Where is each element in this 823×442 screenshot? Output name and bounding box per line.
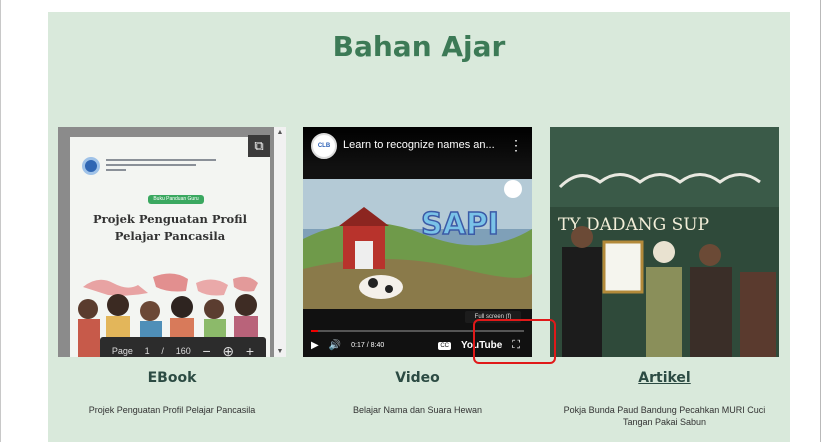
- card-description-ebook: Projek Penguatan Profil Pelajar Pancasil…: [88, 405, 256, 415]
- card-description-video: Belajar Nama dan Suara Hewan: [352, 405, 483, 415]
- ebook-cover-title: Projek Penguatan Profil Pelajar Pancasil…: [93, 212, 247, 243]
- zoom-icon[interactable]: ⊕: [222, 343, 234, 358]
- artikel-photo-scene: TY DADANG SUP: [550, 127, 779, 357]
- page-separator: /: [161, 346, 164, 356]
- ebook-scrollbar[interactable]: ▲ ▼: [274, 127, 286, 357]
- card-caption-video[interactable]: Video: [303, 370, 532, 386]
- play-icon[interactable]: ▶: [311, 340, 319, 351]
- ministry-logo: [82, 157, 100, 175]
- section-title: Bahan Ajar: [332, 30, 506, 63]
- channel-avatar[interactable]: CLB: [311, 133, 337, 159]
- fullscreen-highlight-annotation: [473, 319, 556, 364]
- page-current-input[interactable]: 1: [145, 346, 150, 356]
- volume-icon[interactable]: 🔊: [329, 340, 341, 351]
- card-caption-artikel-link[interactable]: Artikel: [550, 370, 779, 386]
- video-header: CLB Learn to recognize names an... ⋮: [303, 127, 532, 167]
- video-title[interactable]: Learn to recognize names an...: [343, 139, 503, 151]
- frame-left-border: [0, 0, 1, 442]
- page-total: 160: [175, 346, 191, 356]
- plus-icon[interactable]: +: [246, 343, 254, 357]
- card-description-artikel: Pokja Bunda Paud Bandung Pecahkan MURI C…: [563, 405, 766, 427]
- frame-right-border: [820, 0, 821, 442]
- ebook-cover: Buku Panduan Guru Projek Penguatan Profi…: [70, 137, 270, 357]
- more-options-icon[interactable]: ⋮: [509, 137, 523, 154]
- minus-icon[interactable]: −: [202, 343, 210, 357]
- artikel-photo[interactable]: TY DADANG SUP: [550, 127, 779, 357]
- scroll-up-icon[interactable]: ▲: [274, 129, 286, 136]
- bahan-ajar-section: Bahan Ajar Buku Panduan Guru Projek Peng…: [48, 12, 790, 442]
- ebook-toolbar: Page 1 / 160 − ⊕ +: [100, 337, 266, 357]
- video-time: 0:17 / 8:40: [351, 342, 385, 349]
- scroll-down-icon[interactable]: ▼: [274, 348, 286, 355]
- page-label: Page: [111, 346, 133, 356]
- video-logo-text: SAPI: [421, 207, 499, 242]
- ebook-viewer[interactable]: Buku Panduan Guru Projek Penguatan Profi…: [58, 127, 286, 357]
- card-caption-ebook[interactable]: EBook: [58, 370, 286, 386]
- ebook-badge: Buku Panduan Guru: [148, 195, 204, 204]
- open-external-icon[interactable]: ⧉: [248, 135, 270, 157]
- captions-button[interactable]: CC: [438, 341, 451, 350]
- video-thumbnail-scene: SAPI: [303, 179, 532, 309]
- video-progress-fill: [311, 330, 319, 332]
